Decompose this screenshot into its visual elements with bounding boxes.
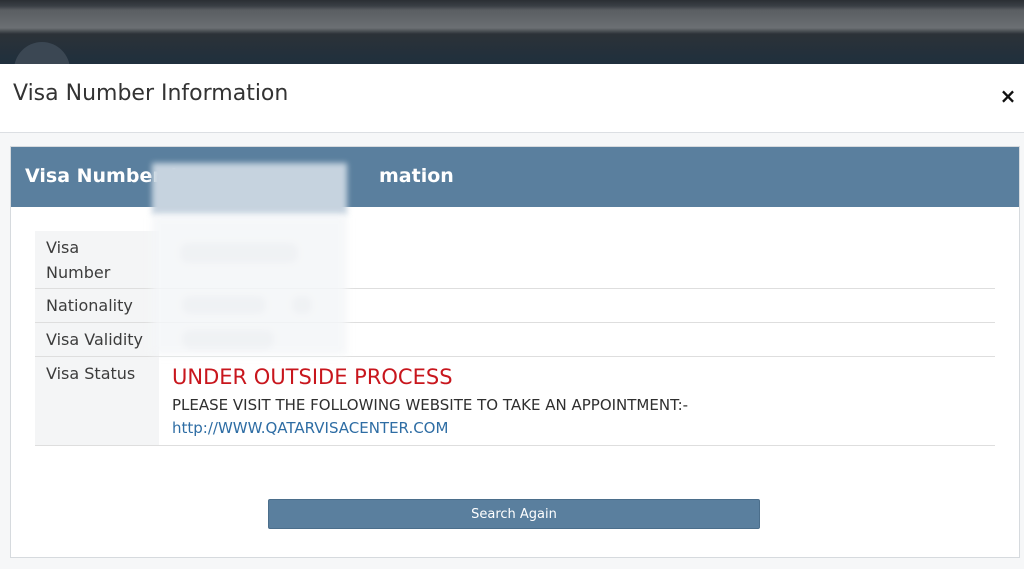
visa-number-label-text: Visa Number: [46, 238, 111, 282]
close-button[interactable]: ×: [996, 84, 1020, 108]
status-headline: UNDER OUTSIDE PROCESS: [172, 365, 453, 389]
visa-status-row: Visa Status UNDER OUTSIDE PROCESS PLEASE…: [35, 357, 995, 446]
visa-validity-label: Visa Validity: [35, 323, 159, 356]
visa-status-label: Visa Status: [35, 357, 159, 445]
visa-number-label: Visa Number: [35, 231, 159, 288]
status-instruction: PLEASE VISIT THE FOLLOWING WEBSITE TO TA…: [172, 396, 689, 414]
panel-title-right: mation: [379, 165, 454, 187]
redaction-overlay-values: [152, 215, 347, 355]
modal-title: Visa Number Information: [13, 81, 289, 106]
search-again-button[interactable]: Search Again: [268, 499, 760, 529]
modal-header: Visa Number Information ×: [0, 64, 1024, 133]
page-backdrop: [0, 0, 1024, 98]
visa-center-link[interactable]: http://WWW.QATARVISACENTER.COM: [172, 419, 448, 437]
redaction-overlay-heading: [152, 163, 347, 215]
nationality-label: Nationality: [35, 289, 159, 322]
